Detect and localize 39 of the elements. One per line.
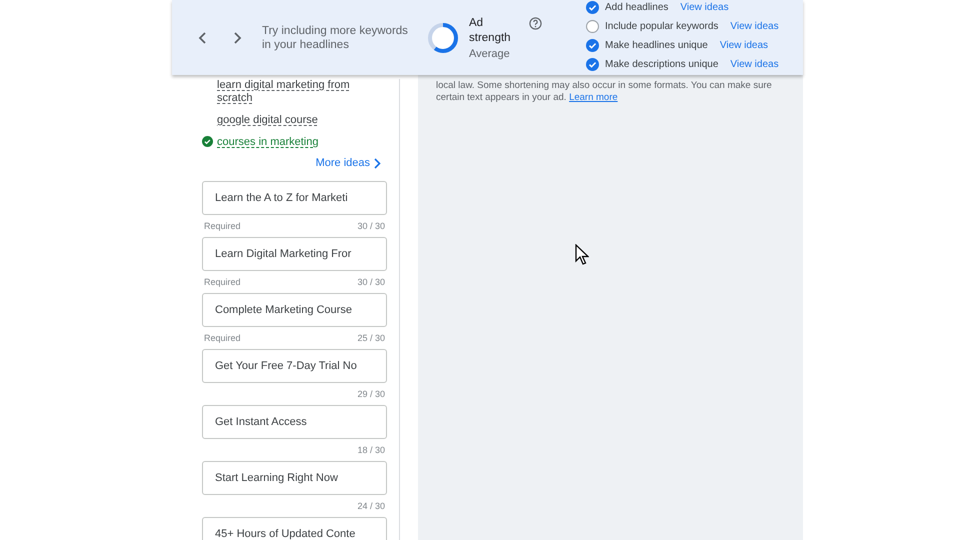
headline-input[interactable]: Learn the A to Z for Marketi — [202, 181, 387, 215]
keyword-suggestion[interactable]: learn digital marketing from scratch — [217, 79, 357, 105]
chevron-right-icon[interactable] — [234, 32, 242, 44]
view-ideas-link[interactable]: View ideas — [730, 20, 779, 32]
headline-input[interactable]: Complete Marketing Course — [202, 293, 387, 327]
required-hint: Required — [204, 221, 241, 231]
ad-strength-rating: Average — [469, 48, 511, 60]
checklist-label: Add headlines — [605, 2, 668, 12]
shortening-note: local law. Some shortening may also occur in some formats. You can make sure certain text appears in your ad. Learn more — [436, 80, 773, 104]
ad-strength-meter — [426, 20, 460, 54]
mouse-pointer-icon — [575, 244, 589, 265]
required-hint: Required — [204, 277, 241, 287]
checklist-label: Include popular keywords — [605, 20, 718, 32]
checklist-label: Make descriptions unique — [605, 58, 718, 70]
headline-input[interactable]: Get Instant Access — [202, 405, 387, 439]
character-count: 24 / 30 — [357, 501, 385, 511]
keyword-suggestion[interactable]: google digital course — [217, 114, 318, 127]
checklist-label: Make headlines unique — [605, 40, 708, 50]
help-icon[interactable] — [529, 17, 542, 30]
headline-input[interactable]: 45+ Hours of Updated Conte — [202, 517, 387, 540]
character-count: 29 / 30 — [357, 389, 385, 399]
ad-strength-label: Ad strength — [469, 16, 512, 46]
view-ideas-link[interactable]: View ideas — [680, 2, 729, 12]
learn-more-link[interactable]: Learn more — [569, 92, 618, 103]
more-ideas-button[interactable]: More ideas — [316, 157, 381, 169]
headline-input[interactable]: Learn Digital Marketing Fror — [202, 237, 387, 271]
character-count: 30 / 30 — [357, 221, 385, 231]
character-count: 18 / 30 — [357, 445, 385, 455]
keyword-suggestion[interactable]: courses in marketing — [217, 136, 318, 149]
headline-input[interactable]: Start Learning Right Now — [202, 461, 387, 495]
character-count: 30 / 30 — [357, 277, 385, 287]
chevron-left-icon[interactable] — [198, 32, 206, 44]
headline-input[interactable]: Get Your Free 7-Day Trial No — [202, 349, 387, 383]
suggestion-text: Try including more keywords in your headlines — [262, 24, 409, 52]
character-count: 25 / 30 — [357, 333, 385, 343]
chevron-right-icon[interactable] — [374, 158, 381, 168]
view-ideas-link[interactable]: View ideas — [720, 40, 768, 50]
view-ideas-link[interactable]: View ideas — [730, 58, 779, 70]
required-hint: Required — [204, 333, 241, 343]
